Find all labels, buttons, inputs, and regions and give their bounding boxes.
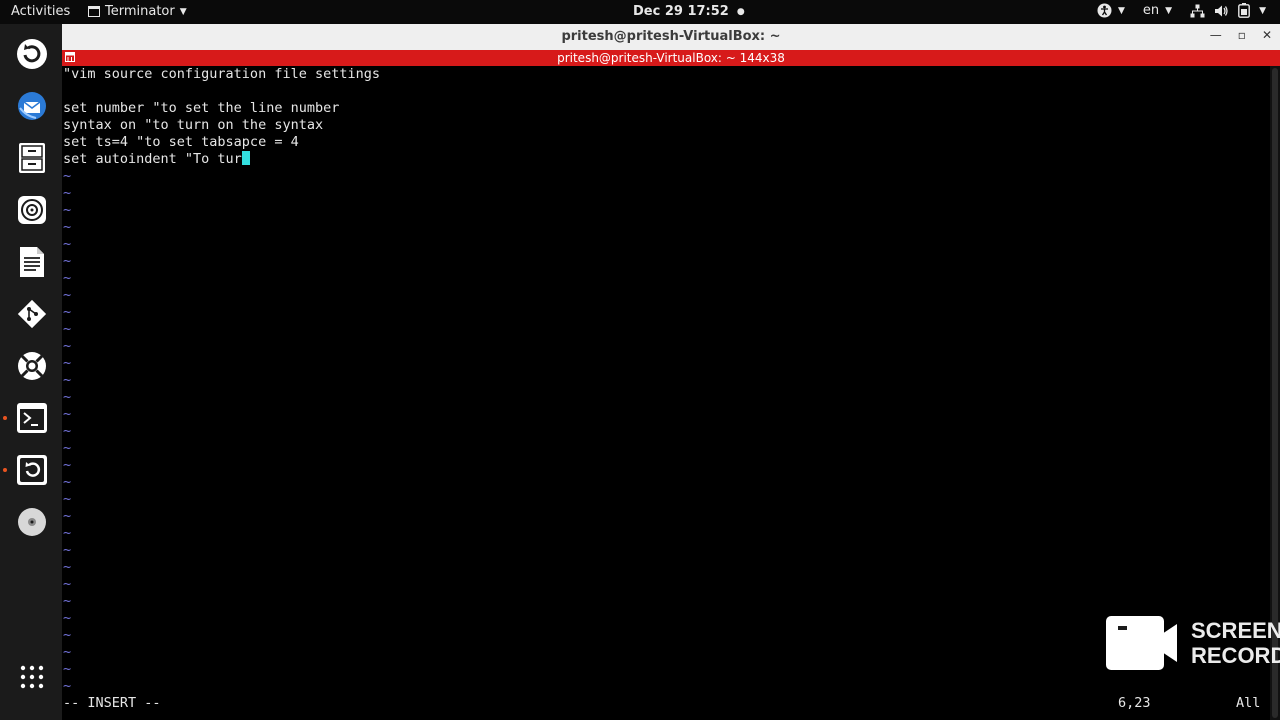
record-icon <box>17 455 47 485</box>
dock-item-files[interactable] <box>15 141 49 175</box>
terminal-header[interactable]: pritesh@pritesh-VirtualBox: ~ 144x38 <box>62 50 1280 66</box>
window-title: pritesh@pritesh-VirtualBox: ~ <box>561 29 781 44</box>
window-titlebar[interactable]: pritesh@pritesh-VirtualBox: ~ — ▫ ✕ <box>62 24 1280 51</box>
tilde-line: ~ <box>63 355 72 371</box>
maximize-button[interactable]: ▫ <box>1238 28 1246 42</box>
editor-line-text: set autoindent "To tur <box>63 151 242 167</box>
notification-dot: ● <box>736 7 745 17</box>
editor-line: set ts=4 "to set tabsapce = 4 <box>63 134 299 150</box>
tilde-line: ~ <box>63 610 72 626</box>
network-icon <box>1190 4 1205 17</box>
chevron-down-icon: ▼ <box>1259 5 1266 16</box>
tilde-line: ~ <box>63 542 72 558</box>
tilde-line: ~ <box>63 270 72 286</box>
terminal-icon <box>17 403 47 433</box>
status-menu[interactable]: ▼ <box>1190 3 1266 18</box>
mail-icon <box>18 92 46 120</box>
scroll-position: All <box>1236 695 1261 711</box>
close-button[interactable]: ✕ <box>1262 28 1272 42</box>
tilde-line: ~ <box>63 338 72 354</box>
terminal-icon <box>88 6 100 17</box>
terminal-area[interactable]: "vim source configuration file settings … <box>62 66 1270 720</box>
tilde-line: ~ <box>63 253 72 269</box>
tilde-line: ~ <box>63 236 72 252</box>
language-menu[interactable]: en ▼ <box>1143 3 1172 18</box>
tilde-line: ~ <box>63 457 72 473</box>
volume-icon <box>1215 5 1228 16</box>
editor-line: set number "to set the line number <box>63 100 340 116</box>
dock-item-software-updater[interactable] <box>15 37 49 71</box>
lifebuoy-icon <box>18 352 46 380</box>
tilde-line: ~ <box>63 593 72 609</box>
video-camera-icon <box>1106 616 1177 670</box>
top-bar: Activities Terminator ▼ Dec 29 17:52 ● ▼… <box>0 0 1280 24</box>
terminal-title: pritesh@pritesh-VirtualBox: ~ 144x38 <box>557 51 785 65</box>
dock-item-screen-recorder[interactable] <box>15 453 49 487</box>
dock <box>0 24 62 720</box>
document-icon <box>20 247 44 277</box>
tilde-line: ~ <box>63 287 72 303</box>
tilde-line: ~ <box>63 406 72 422</box>
editor-line: syntax on "to turn on the syntax <box>63 117 324 133</box>
dock-item-libreoffice-writer[interactable] <box>15 245 49 279</box>
vim-mode-indicator: -- INSERT -- <box>63 695 161 711</box>
speaker-icon <box>18 196 46 224</box>
tilde-line: ~ <box>63 525 72 541</box>
dock-item-help[interactable] <box>15 349 49 383</box>
dock-item-git[interactable] <box>15 297 49 331</box>
tilde-line: ~ <box>63 661 72 677</box>
minimize-button[interactable]: — <box>1210 28 1222 42</box>
tilde-line: ~ <box>63 202 72 218</box>
tilde-line: ~ <box>63 185 72 201</box>
chevron-down-icon: ▼ <box>179 6 187 17</box>
tilde-line: ~ <box>63 627 72 643</box>
running-indicator <box>3 416 7 420</box>
tilde-line: ~ <box>63 423 72 439</box>
dock-item-disc[interactable] <box>15 505 49 539</box>
tilde-line: ~ <box>63 678 72 694</box>
disc-icon <box>18 508 46 536</box>
app-menu-label: Terminator <box>105 4 175 19</box>
dock-item-thunderbird[interactable] <box>15 89 49 123</box>
language-label: en <box>1142 3 1160 18</box>
tilde-line: ~ <box>63 508 72 524</box>
editor-line-current: set autoindent "To tur <box>63 151 250 168</box>
chevron-down-icon: ▼ <box>1165 5 1173 16</box>
tilde-line: ~ <box>63 168 72 184</box>
tilde-line: ~ <box>63 389 72 405</box>
app-menu[interactable]: Terminator ▼ <box>88 4 187 19</box>
editor-line: "vim source configuration file settings <box>63 66 380 82</box>
accessibility-icon <box>1097 3 1112 18</box>
tilde-line: ~ <box>63 559 72 575</box>
battery-icon <box>1238 3 1250 18</box>
tilde-line: ~ <box>63 491 72 507</box>
git-icon <box>17 299 47 329</box>
running-indicator <box>3 468 7 472</box>
tilde-line: ~ <box>63 304 72 320</box>
text-cursor <box>241 151 250 165</box>
tilde-line: ~ <box>63 474 72 490</box>
clock-text: Dec 29 17:52 <box>633 4 729 19</box>
accessibility-menu[interactable]: ▼ <box>1097 3 1125 18</box>
dock-item-terminal[interactable] <box>15 401 49 435</box>
file-cabinet-icon <box>19 143 45 173</box>
dock-item-rhythmbox[interactable] <box>15 193 49 227</box>
watermark-text: SCREEN RECORD <box>1191 618 1280 668</box>
tilde-line: ~ <box>63 644 72 660</box>
tilde-line: ~ <box>63 372 72 388</box>
screen-recorder-watermark: SCREEN RECORD <box>1106 614 1280 676</box>
grid-icon <box>20 665 44 689</box>
show-applications-button[interactable] <box>15 660 49 694</box>
cursor-position: 6,23 <box>1118 695 1151 711</box>
activities-button[interactable]: Activities <box>11 4 70 19</box>
refresh-icon <box>17 39 47 69</box>
chevron-down-icon: ▼ <box>1117 5 1125 16</box>
tilde-line: ~ <box>63 576 72 592</box>
tilde-line: ~ <box>63 219 72 235</box>
system-tray: ▼ en ▼ ▼ <box>1097 3 1266 18</box>
tilde-line: ~ <box>63 440 72 456</box>
tilde-line: ~ <box>63 321 72 337</box>
clock[interactable]: Dec 29 17:52 ● <box>633 4 745 20</box>
